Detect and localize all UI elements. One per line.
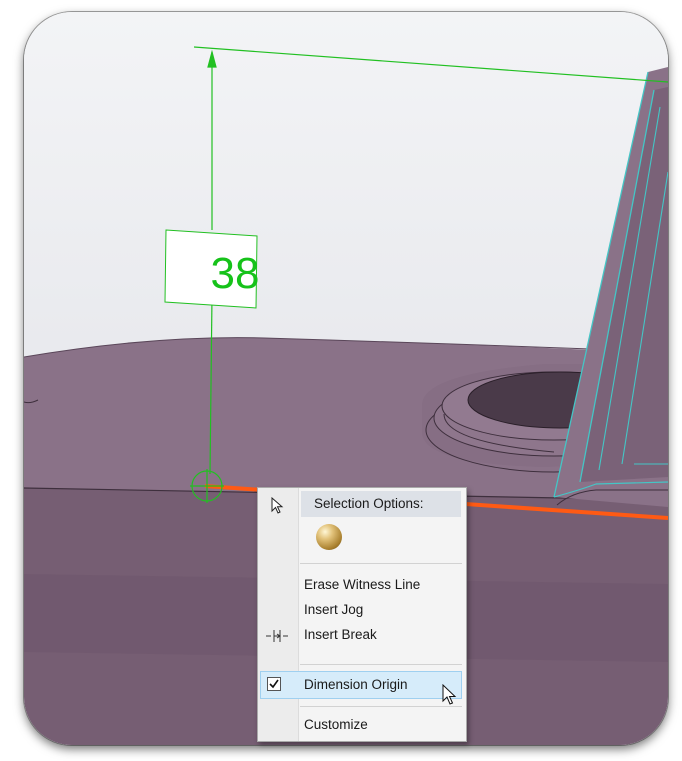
context-menu: Selection Options: Erase Witness Line In… xyxy=(257,487,467,742)
menu-item-erase-witness-line[interactable]: Erase Witness Line xyxy=(258,574,466,598)
selection-options-header: Selection Options: xyxy=(301,491,461,517)
dimension-arrowhead xyxy=(207,49,217,68)
menu-item-label: Customize xyxy=(304,717,368,732)
arrow-cursor-icon xyxy=(271,497,284,514)
dimension-value[interactable]: 38 xyxy=(190,240,280,308)
insert-break-icon xyxy=(266,630,288,642)
menu-item-dimension-origin[interactable]: Dimension Origin xyxy=(258,674,466,698)
menu-item-label: Insert Jog xyxy=(304,602,364,617)
menu-item-insert-break[interactable]: Insert Break xyxy=(258,624,466,648)
menu-item-insert-jog[interactable]: Insert Jog xyxy=(258,599,466,623)
menu-item-label: Insert Break xyxy=(304,627,377,642)
witness-line-top xyxy=(193,46,668,83)
menu-separator xyxy=(300,706,462,707)
selection-options-label: Selection Options: xyxy=(314,496,424,511)
gold-sphere-icon[interactable] xyxy=(316,524,342,550)
rib-feature xyxy=(553,67,668,507)
menu-item-label: Erase Witness Line xyxy=(304,577,421,592)
menu-separator xyxy=(300,664,462,665)
menu-item-label: Dimension Origin xyxy=(304,677,408,692)
menu-item-customize[interactable]: Customize xyxy=(258,714,466,738)
menu-separator xyxy=(300,563,462,564)
mouse-pointer-icon xyxy=(442,684,457,705)
